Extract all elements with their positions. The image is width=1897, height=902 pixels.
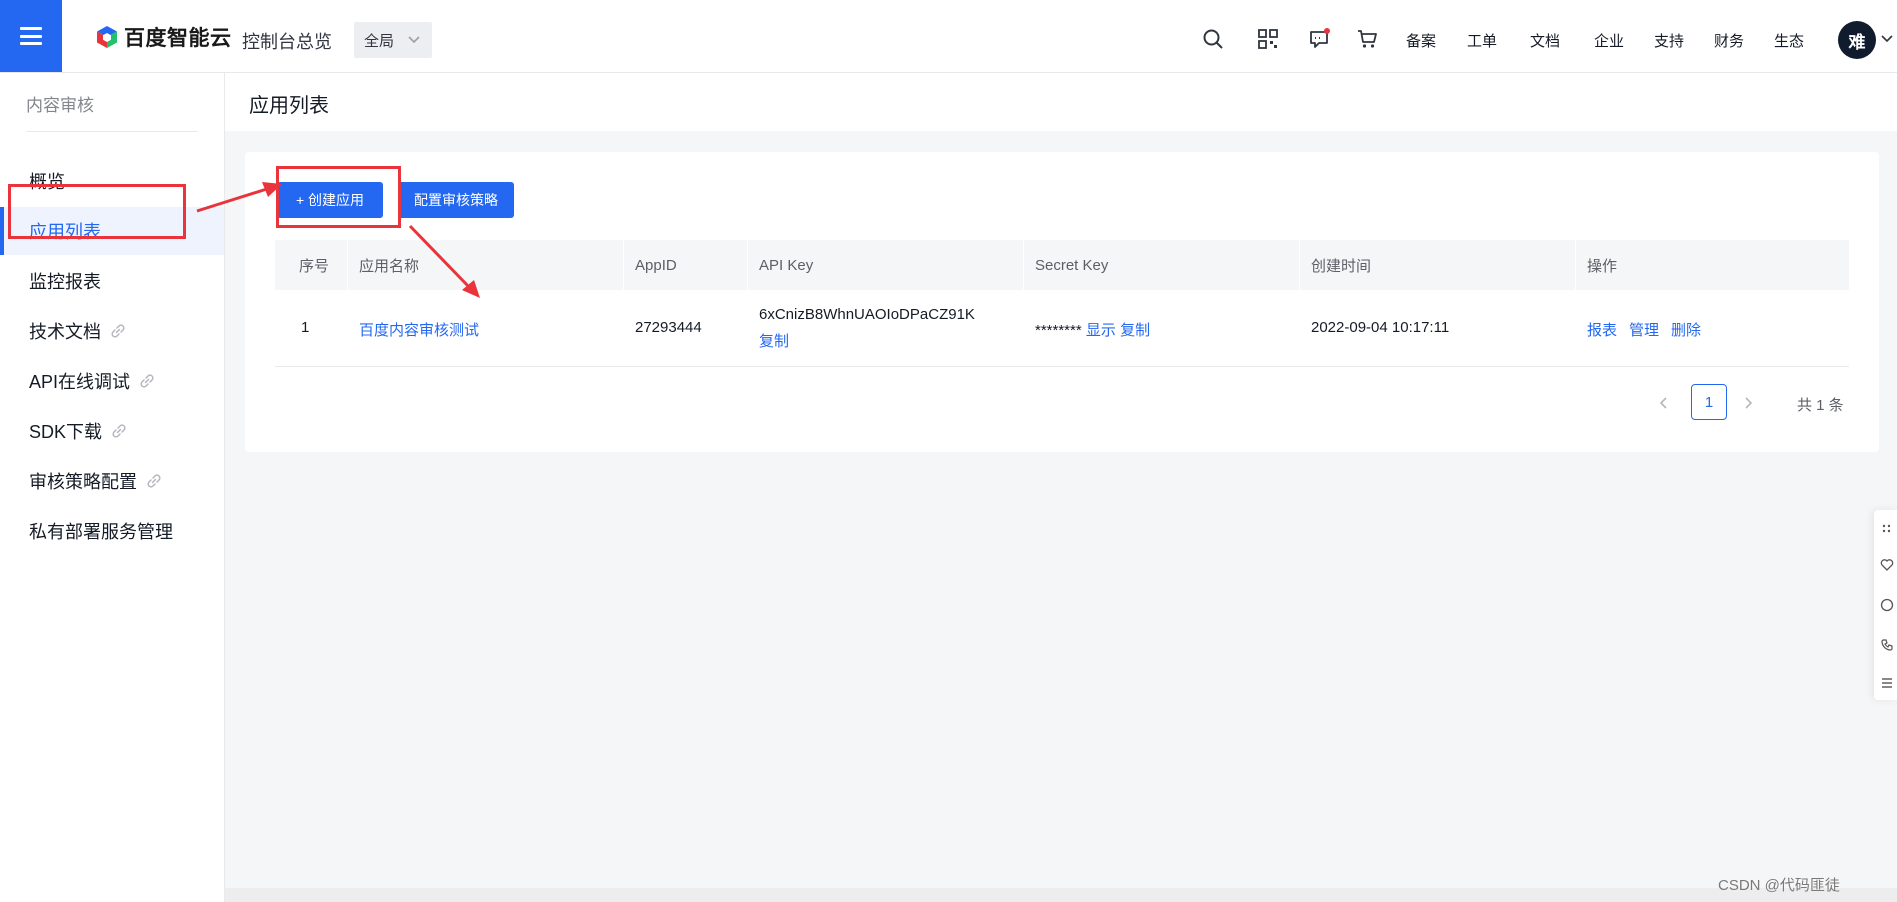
help-icon[interactable] xyxy=(1880,598,1894,612)
drag-handle-icon[interactable] xyxy=(1880,522,1894,536)
annotation-arrows xyxy=(196,182,480,298)
list-icon[interactable] xyxy=(1880,676,1894,690)
horizontal-scrollbar[interactable] xyxy=(225,888,1897,902)
watermark-text: CSDN @代码匪徒 xyxy=(1718,877,1840,894)
phone-icon[interactable] xyxy=(1880,638,1894,652)
floating-tools-panel xyxy=(1874,510,1897,700)
heart-icon[interactable] xyxy=(1880,558,1894,572)
